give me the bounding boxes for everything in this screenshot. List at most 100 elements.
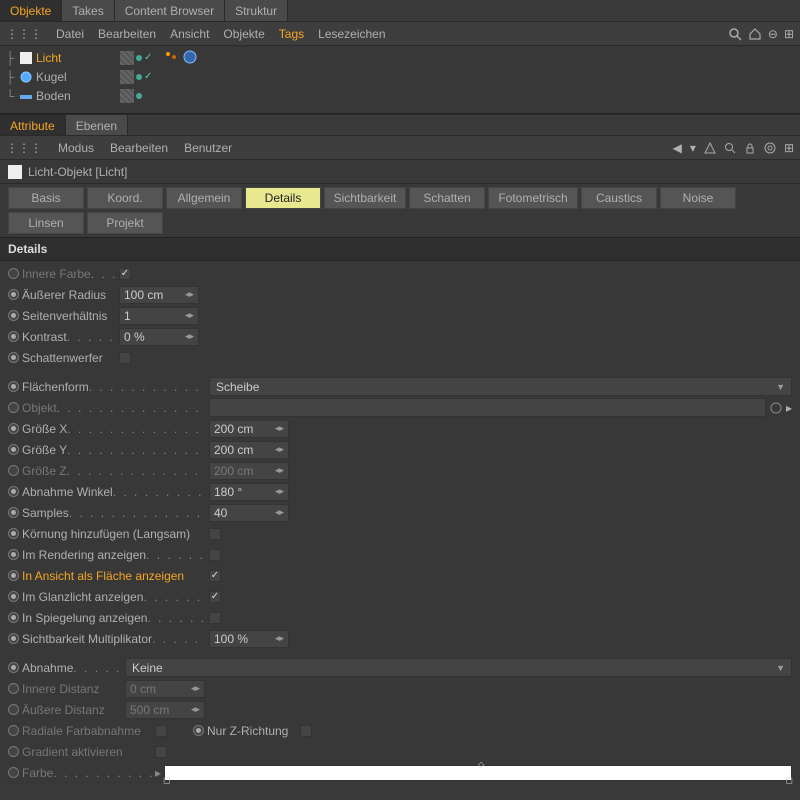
menu-bearbeiten[interactable]: Bearbeiten [98, 27, 156, 41]
objekt-arrow-icon[interactable]: ▸ [786, 401, 792, 415]
param-tab-details[interactable]: Details [245, 187, 321, 209]
gradient-handle-right[interactable]: ◻ [786, 775, 793, 786]
param-radio[interactable] [8, 591, 19, 602]
param-tab-linsen[interactable]: Linsen [8, 212, 84, 234]
tab-attribute[interactable]: Attribute [0, 115, 66, 135]
param-radio[interactable] [8, 352, 19, 363]
search-icon[interactable] [724, 142, 736, 154]
object-row-kugel[interactable]: ├ Kugel [4, 67, 116, 86]
lock-icon[interactable] [744, 142, 756, 154]
param-radio[interactable] [8, 381, 19, 392]
visibility-dot[interactable] [136, 93, 142, 99]
param-tab-basis[interactable]: Basis [8, 187, 84, 209]
param-radio[interactable] [8, 310, 19, 321]
objekt-field[interactable] [209, 398, 766, 417]
param-radio[interactable] [8, 289, 19, 300]
target-icon[interactable] [764, 142, 776, 154]
render-check-icon[interactable]: ✓ [144, 71, 152, 82]
koernung-checkbox[interactable] [209, 528, 221, 540]
im-glanzlicht-checkbox[interactable]: ✓ [209, 591, 221, 603]
farbe-gradient[interactable]: ◇ ◻ ◻ [164, 765, 792, 781]
tab-content-browser[interactable]: Content Browser [115, 0, 225, 21]
menu-ansicht[interactable]: Ansicht [170, 27, 209, 41]
plus-icon[interactable]: ⊞ [784, 27, 794, 41]
visibility-dot[interactable] [136, 74, 142, 80]
objekt-picker-icon[interactable] [769, 401, 783, 415]
param-radio[interactable] [8, 528, 19, 539]
tab-struktur[interactable]: Struktur [225, 0, 288, 21]
seitenverhaeltnis-input[interactable]: 1◂▸ [119, 307, 199, 325]
tab-objekte[interactable]: Objekte [0, 0, 62, 21]
tag-icon-material[interactable] [183, 50, 199, 66]
tag-icon-1[interactable] [164, 50, 180, 66]
param-radio[interactable] [8, 570, 19, 581]
param-radio[interactable] [193, 725, 204, 736]
layer-toggle[interactable] [120, 70, 134, 84]
param-radio[interactable] [8, 331, 19, 342]
gradient-expand-icon[interactable]: ▸ [155, 766, 161, 780]
home-icon[interactable] [748, 27, 762, 41]
menu-objekte[interactable]: Objekte [223, 27, 264, 41]
param-radio[interactable] [8, 633, 19, 644]
param-tab-koord[interactable]: Koord. [87, 187, 163, 209]
add-icon[interactable]: ⊞ [784, 141, 794, 155]
menu-bearbeiten-attr[interactable]: Bearbeiten [110, 141, 168, 155]
groesse-x-input[interactable]: 200 cm◂▸ [209, 420, 289, 438]
search-icon[interactable] [728, 27, 742, 41]
nav-back-icon[interactable]: ◀ [673, 141, 682, 155]
param-radio[interactable] [8, 725, 19, 736]
param-radio[interactable] [8, 746, 19, 757]
param-radio[interactable] [8, 444, 19, 455]
param-radio[interactable] [8, 612, 19, 623]
param-radio[interactable] [8, 402, 19, 413]
param-tab-fotometrisch[interactable]: Fotometrisch [488, 187, 578, 209]
param-tab-noise[interactable]: Noise [660, 187, 736, 209]
sichtbarkeit-multi-input[interactable]: 100 %◂▸ [209, 630, 289, 648]
param-radio[interactable] [8, 683, 19, 694]
aeusserer-radius-input[interactable]: 100 cm◂▸ [119, 286, 199, 304]
param-tab-schatten[interactable]: Schatten [409, 187, 485, 209]
object-row-licht[interactable]: ├ Licht [4, 48, 116, 67]
layer-toggle[interactable] [120, 89, 134, 103]
param-radio[interactable] [8, 507, 19, 518]
abnahme-select[interactable]: Keine▼ [125, 658, 792, 677]
gradient-midpoint-icon[interactable]: ◇ [478, 760, 484, 769]
im-rendering-checkbox[interactable] [209, 549, 221, 561]
param-radio[interactable] [8, 268, 19, 279]
menu-modus[interactable]: Modus [58, 141, 94, 155]
flaechenform-select[interactable]: Scheibe▼ [209, 377, 792, 396]
param-tab-sichtbarkeit[interactable]: Sichtbarkeit [324, 187, 406, 209]
param-radio[interactable] [8, 549, 19, 560]
minus-icon[interactable]: ⊖ [768, 27, 778, 41]
param-tab-caustics[interactable]: Caustics [581, 187, 657, 209]
gradient-handle-left[interactable]: ◻ [163, 775, 170, 786]
tab-takes[interactable]: Takes [62, 0, 114, 21]
param-tab-allgemein[interactable]: Allgemein [166, 187, 242, 209]
kontrast-input[interactable]: 0 %◂▸ [119, 328, 199, 346]
param-radio[interactable] [8, 423, 19, 434]
tab-ebenen[interactable]: Ebenen [66, 115, 128, 135]
abnahme-winkel-input[interactable]: 180 °◂▸ [209, 483, 289, 501]
in-ansicht-checkbox[interactable]: ✓ [209, 570, 221, 582]
param-radio[interactable] [8, 662, 19, 673]
param-radio[interactable] [8, 465, 19, 476]
param-radio[interactable] [8, 486, 19, 497]
menu-datei[interactable]: Datei [56, 27, 84, 41]
menu-benutzer[interactable]: Benutzer [184, 141, 232, 155]
radiale-farbabnahme-checkbox[interactable] [155, 725, 167, 737]
samples-input[interactable]: 40◂▸ [209, 504, 289, 522]
nav-up-icon[interactable] [704, 142, 716, 154]
param-tab-projekt[interactable]: Projekt [87, 212, 163, 234]
param-radio[interactable] [8, 704, 19, 715]
in-spiegelung-checkbox[interactable] [209, 612, 221, 624]
innere-farbe-checkbox[interactable]: ✓ [119, 268, 131, 280]
object-row-boden[interactable]: └ Boden [4, 86, 116, 105]
schattenwerfer-checkbox[interactable] [119, 352, 131, 364]
visibility-dot[interactable] [136, 55, 142, 61]
groesse-y-input[interactable]: 200 cm◂▸ [209, 441, 289, 459]
param-radio[interactable] [8, 767, 19, 778]
nav-dropdown-icon[interactable]: ▾ [690, 141, 696, 155]
menu-lesezeichen[interactable]: Lesezeichen [318, 27, 385, 41]
menu-tags[interactable]: Tags [279, 27, 304, 41]
layer-toggle[interactable] [120, 51, 134, 65]
